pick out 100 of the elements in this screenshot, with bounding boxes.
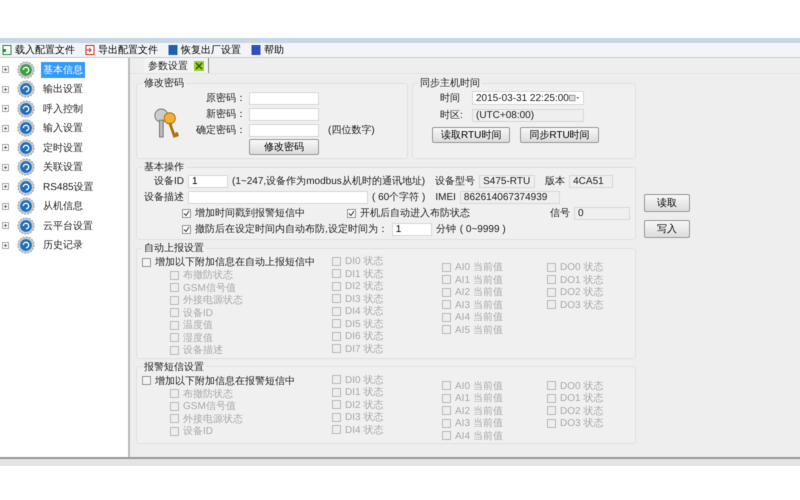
gear-icon [17,216,35,235]
gear-icon [17,60,35,79]
checkbox-label: GSM信号值 [183,282,236,294]
sidebar-item[interactable]: 历史记录 [41,237,85,254]
device-id-field[interactable]: 1 [188,174,228,188]
calendar-dropdown-icon [568,94,580,102]
group-title: 修改密码 [143,76,185,90]
checkbox-label: 开机后自动进入布防状态 [360,206,470,220]
checkbox[interactable] [347,208,356,218]
checkbox-label: DO1 状态 [560,274,604,286]
checkbox-label: DI3 状态 [345,410,384,424]
expand-icon[interactable] [2,242,9,249]
expand-icon[interactable] [2,86,9,93]
checkbox-label: 布撤防状态 [183,388,233,401]
gear-icon [17,100,35,118]
field-label: 版本 [545,174,566,188]
checkbox-label: DO3 状态 [560,298,604,312]
checkbox-label: DI1 状态 [345,386,384,400]
group-title: 同步主机时间 [419,76,481,90]
checkbox[interactable] [182,208,191,218]
keys-icon [152,107,180,139]
password-field[interactable] [249,92,319,104]
checkbox[interactable] [182,224,191,234]
checkbox-label: AI0 当前值 [455,380,503,392]
checkbox-label: DO1 状态 [560,392,604,406]
expand-icon[interactable] [2,144,9,152]
checkbox-label: AI1 当前值 [455,274,503,286]
sidebar-item[interactable]: 输出设置 [41,81,85,98]
group-title: 基本操作 [143,160,185,174]
sidebar-item[interactable]: RS485设置 [41,178,96,195]
hint-text: ( 60个字符 ) [372,190,426,204]
gear-icon [17,197,35,216]
checkbox-label: DI7 状态 [345,342,384,356]
checkbox-label: AI0 当前值 [455,260,503,274]
checkbox-label: DO0 状态 [560,380,604,392]
timezone-field: (UTC+08:00) [472,108,584,122]
change-password-button[interactable]: 修改密码 [249,139,319,155]
checkbox[interactable] [142,258,151,266]
field-label: 设备描述 [143,190,184,204]
expand-icon[interactable] [2,105,9,112]
field-label: 时区: [440,108,464,122]
checkbox-label: DO2 状态 [560,404,604,418]
sidebar-item[interactable]: 从机信息 [41,198,85,214]
close-icon[interactable] [194,60,204,70]
checkbox-label: 设备ID [183,425,213,438]
datetime-field[interactable]: 2015-03-31 22:25:00 [472,91,584,105]
expand-icon[interactable] [2,66,9,74]
checkbox-label: 撤防后在设定时间内自动布防,设定时间为： [195,222,388,236]
side-button[interactable]: 读取 [644,194,690,212]
version-field: 4CA51 [569,174,614,188]
side-button[interactable]: 写入 [644,220,690,238]
checkbox-label: 温度值 [183,318,213,332]
gear-icon [17,80,35,98]
checkbox-label: DO2 状态 [560,286,604,300]
sidebar-item[interactable]: 定时设置 [41,140,85,156]
field-label: 新密码： [205,108,246,121]
sidebar-item[interactable]: 云平台设置 [41,218,95,234]
checkbox-label: DI4 状态 [345,304,384,318]
checkbox-label: DI0 状态 [345,374,384,386]
sidebar-item[interactable]: 输入设置 [41,120,85,136]
checkbox-label: DO3 状态 [560,416,604,430]
expand-icon[interactable] [2,202,9,210]
toolbar-button[interactable]: 恢复出厂设置 [168,43,241,57]
checkbox-label: DI4 状态 [345,424,384,437]
time-button[interactable]: 读取RTU时间 [432,127,510,143]
checkbox-label: 外接电源状态 [183,294,243,308]
toolbar-button[interactable]: 导出配置文件 [85,43,158,57]
description-field[interactable] [188,190,368,204]
checkbox-label: DO0 状态 [560,260,604,274]
sidebar-item[interactable]: 关联设置 [41,159,85,176]
delay-field[interactable]: 1 [392,222,432,236]
checkbox-label: 湿度值 [183,332,213,344]
expand-icon[interactable] [2,124,9,132]
checkbox-label: DI5 状态 [345,318,384,330]
field-label: 信号 [550,207,570,220]
password-field[interactable] [249,124,319,136]
checkbox[interactable] [142,376,151,385]
unit-text: 分钟 [436,222,456,236]
signal-field: 0 [574,206,630,220]
checkbox-label: AI3 当前值 [455,416,503,430]
expand-icon[interactable] [2,183,9,190]
toolbar-button[interactable]: 帮助 [251,43,284,57]
checkbox-label: DI2 状态 [345,398,384,412]
imei-field: 862614067374939 [460,190,560,204]
toolbar-button[interactable]: 载入配置文件 [2,43,75,57]
checkbox-label: DI1 状态 [345,268,384,280]
checkbox-label: 外接电源状态 [183,412,243,426]
gear-icon [17,236,35,254]
tab[interactable]: 参数设置 [144,58,209,73]
password-field[interactable] [249,108,319,120]
group-title: 自动上报设置 [143,242,205,255]
expand-icon[interactable] [2,164,9,171]
range-text: ( 0~9999 ) [460,224,506,234]
expand-icon[interactable] [2,222,9,230]
sidebar-item[interactable]: 呼入控制 [41,100,85,117]
checkbox-label: 布撤防状态 [183,268,233,282]
checkbox-label: DI6 状态 [345,330,384,344]
group-title: 报警短信设置 [143,360,205,374]
time-button[interactable]: 同步RTU时间 [520,127,599,143]
field-label: 设备ID [153,175,184,188]
